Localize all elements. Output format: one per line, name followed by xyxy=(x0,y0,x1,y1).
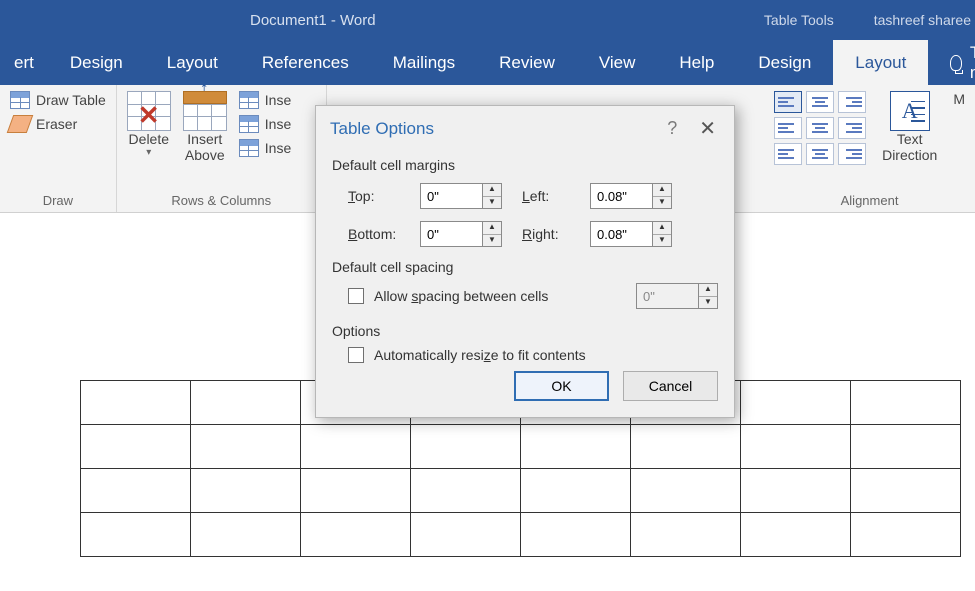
user-name: tashreef sharee xyxy=(874,12,971,28)
group-label-alignment: Alignment xyxy=(774,191,965,210)
chevron-down-icon: ▾ xyxy=(146,147,151,158)
insert-left-button[interactable]: Inse xyxy=(239,115,291,133)
section-margins: Default cell margins xyxy=(332,157,718,173)
group-label-rowscols: Rows & Columns xyxy=(127,191,316,210)
input-bottom[interactable] xyxy=(420,221,482,247)
checkbox-allow-spacing[interactable] xyxy=(348,288,364,304)
eraser-icon xyxy=(7,115,34,133)
text-direction-icon: A xyxy=(890,91,930,131)
tab-layout[interactable]: Layout xyxy=(145,40,240,85)
spinner-arrows[interactable]: ▲▼ xyxy=(482,221,502,247)
tab-design[interactable]: Design xyxy=(48,40,145,85)
align-top-right[interactable] xyxy=(838,91,866,113)
insert-above-button[interactable]: ↑ Insert Above xyxy=(183,91,227,163)
table-icon xyxy=(239,115,259,133)
spinner-spacing: ▲▼ xyxy=(636,283,718,309)
insert-right-button[interactable]: Inse xyxy=(239,139,291,157)
label-allow-spacing: Allow spacing between cells xyxy=(374,288,548,304)
group-label-draw: Draw xyxy=(10,191,106,210)
align-top-left[interactable] xyxy=(774,91,802,113)
help-icon[interactable]: ? xyxy=(651,118,693,139)
align-center-left[interactable] xyxy=(774,117,802,139)
spinner-arrows[interactable]: ▲▼ xyxy=(482,183,502,209)
align-top-center[interactable] xyxy=(806,91,834,113)
section-options: Options xyxy=(332,323,718,339)
tell-me[interactable]: Tell m xyxy=(928,40,975,85)
alignment-grid xyxy=(774,91,866,165)
eraser-button[interactable]: Eraser xyxy=(10,115,106,133)
tab-insert-partial[interactable]: ert xyxy=(0,40,48,85)
insert-above-icon: ↑ xyxy=(183,91,227,131)
delete-button[interactable]: ✕ Delete ▾ xyxy=(127,91,171,158)
table-icon xyxy=(239,139,259,157)
spinner-arrows[interactable]: ▲▼ xyxy=(652,183,672,209)
cell-margins-button-partial[interactable]: M xyxy=(953,91,965,107)
label-left: Left: xyxy=(522,188,578,204)
section-spacing: Default cell spacing xyxy=(332,259,718,275)
spinner-bottom[interactable]: ▲▼ xyxy=(420,221,510,247)
ok-button[interactable]: OK xyxy=(514,371,609,401)
cancel-button[interactable]: Cancel xyxy=(623,371,718,401)
draw-table-icon xyxy=(10,91,30,109)
input-top[interactable] xyxy=(420,183,482,209)
group-alignment: A Text Direction M Alignment xyxy=(764,85,975,212)
align-center-right[interactable] xyxy=(838,117,866,139)
align-center-center[interactable] xyxy=(806,117,834,139)
align-bottom-right[interactable] xyxy=(838,143,866,165)
spinner-left[interactable]: ▲▼ xyxy=(590,183,680,209)
tab-table-design[interactable]: Design xyxy=(736,40,833,85)
close-icon[interactable]: ✕ xyxy=(693,116,722,141)
label-right: Right: xyxy=(522,226,578,242)
lightbulb-icon xyxy=(950,55,961,71)
spinner-arrows[interactable]: ▲▼ xyxy=(652,221,672,247)
text-direction-button[interactable]: A Text Direction xyxy=(882,91,937,163)
group-rows-columns: ✕ Delete ▾ ↑ Insert Above Inse Inse Inse… xyxy=(117,85,327,212)
label-auto-resize: Automatically resize to fit contents xyxy=(374,347,586,363)
checkbox-auto-resize[interactable] xyxy=(348,347,364,363)
label-bottom: Bottom: xyxy=(348,226,408,242)
spinner-top[interactable]: ▲▼ xyxy=(420,183,510,209)
title-bar: Document1 - Word Table Tools tashreef sh… xyxy=(0,0,975,40)
spinner-right[interactable]: ▲▼ xyxy=(590,221,680,247)
tab-help[interactable]: Help xyxy=(657,40,736,85)
input-spacing xyxy=(636,283,698,309)
table-icon xyxy=(239,91,259,109)
tab-mailings[interactable]: Mailings xyxy=(371,40,477,85)
input-left[interactable] xyxy=(590,183,652,209)
ribbon-tabs: ert Design Layout References Mailings Re… xyxy=(0,40,975,85)
group-draw: Draw Table Eraser Draw xyxy=(0,85,117,212)
contextual-tab-label: Table Tools xyxy=(764,12,834,28)
dialog-title: Table Options xyxy=(330,119,651,139)
document-title: Document1 - Word xyxy=(250,12,376,29)
label-top: Top: xyxy=(348,188,408,204)
tab-references[interactable]: References xyxy=(240,40,371,85)
tab-review[interactable]: Review xyxy=(477,40,577,85)
tab-view[interactable]: View xyxy=(577,40,658,85)
delete-icon: ✕ xyxy=(127,91,171,131)
insert-below-button[interactable]: Inse xyxy=(239,91,291,109)
input-right[interactable] xyxy=(590,221,652,247)
align-bottom-center[interactable] xyxy=(806,143,834,165)
align-bottom-left[interactable] xyxy=(774,143,802,165)
tab-table-layout[interactable]: Layout xyxy=(833,40,928,85)
draw-table-button[interactable]: Draw Table xyxy=(10,91,106,109)
table-options-dialog: Table Options ? ✕ Default cell margins T… xyxy=(315,105,735,418)
spinner-arrows: ▲▼ xyxy=(698,283,718,309)
